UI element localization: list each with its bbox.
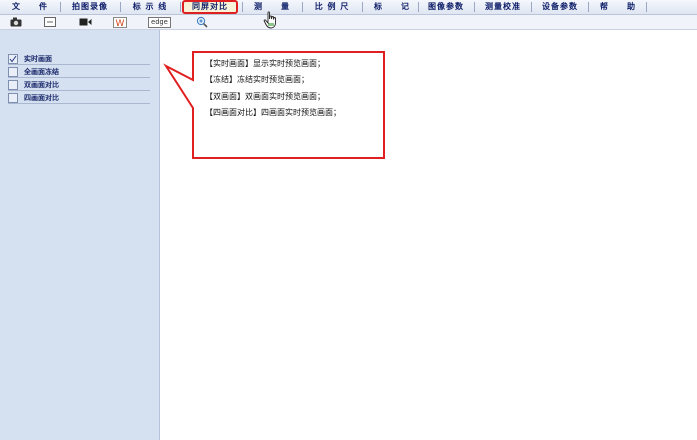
hand-cursor-icon	[263, 11, 276, 29]
callout-line-4: 【四画面对比】四画面实时预览画面；	[205, 108, 341, 117]
callout-line-3: 【双画面】双画面实时预览画面；	[205, 92, 325, 101]
callout-box	[163, 51, 385, 159]
callout-line-2: 【冻结】冻结实时预览画面；	[205, 75, 309, 84]
callout-line-1: 【实时画面】显示实时预览画面；	[205, 59, 325, 68]
